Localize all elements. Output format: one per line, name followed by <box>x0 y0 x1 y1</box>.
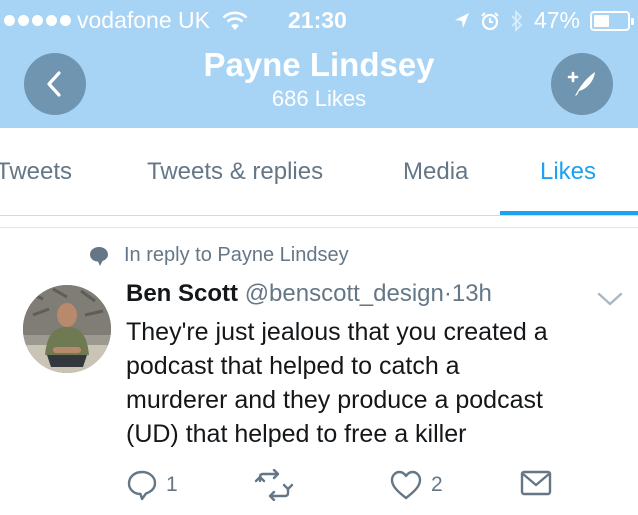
tweet-text: They're just jealous that you created a … <box>126 315 626 451</box>
tab-likes[interactable]: Likes <box>540 158 596 186</box>
profile-header: vodafone UK 21:30 47% Payne Lindsey 686 … <box>0 0 638 128</box>
tweet-text-line: murderer and they produce a podcast <box>126 386 543 414</box>
mail-icon <box>520 470 552 496</box>
divider <box>0 227 638 228</box>
reply-context[interactable]: In reply to Payne Lindsey <box>88 244 349 267</box>
reply-button[interactable]: 1 <box>126 469 178 501</box>
tweet-header: Ben Scott @benscott_design·13h <box>126 280 492 308</box>
reply-count: 1 <box>166 473 178 496</box>
tab-media[interactable]: Media <box>403 158 468 186</box>
status-right: 47% <box>454 7 634 34</box>
location-arrow-icon <box>454 12 469 28</box>
tweet-text-line: They're just jealous that you created a <box>126 318 548 346</box>
tweet-actions: 1 2 <box>0 466 638 506</box>
carrier-name: vodafone UK <box>77 7 210 33</box>
compose-tweet-button[interactable] <box>551 53 613 115</box>
tweet-text-line: (UD) that helped to free a killer <box>126 420 467 448</box>
reply-icon <box>127 470 157 501</box>
status-left: vodafone UK <box>4 7 248 34</box>
signal-strength-icon <box>4 15 71 26</box>
tab-tweets[interactable]: Tweets <box>0 158 72 186</box>
tab-tweets-and-replies[interactable]: Tweets & replies <box>147 158 323 186</box>
direct-message-button[interactable] <box>520 470 552 496</box>
profile-name: Payne Lindsey <box>203 46 435 83</box>
bluetooth-icon <box>511 9 523 32</box>
profile-tabs: Tweets Tweets & replies Media Likes <box>0 128 638 216</box>
compose-tweet-icon <box>567 71 595 96</box>
avatar[interactable] <box>23 285 111 373</box>
status-time: 21:30 <box>288 7 347 33</box>
battery-percent: 47% <box>533 7 580 33</box>
author-handle[interactable]: @benscott_design <box>245 280 444 307</box>
battery-fill <box>594 14 609 27</box>
retweet-button[interactable] <box>254 469 294 501</box>
likes-count: 686 Likes <box>271 86 367 111</box>
battery-icon <box>590 10 634 31</box>
heart-icon <box>390 470 422 500</box>
tweet-time: 13h <box>451 280 492 307</box>
meta-separator: · <box>443 280 452 307</box>
chevron-down-icon[interactable] <box>596 290 624 308</box>
retweet-icon <box>254 469 294 501</box>
reply-context-text: In reply to Payne Lindsey <box>124 244 349 266</box>
alarm-icon <box>481 11 499 30</box>
active-tab-indicator <box>500 211 638 215</box>
author-name[interactable]: Ben Scott <box>126 280 238 307</box>
like-count: 2 <box>431 473 443 496</box>
avatar-photo <box>23 285 111 373</box>
status-bar: vodafone UK 21:30 47% <box>0 0 638 40</box>
like-button[interactable]: 2 <box>389 469 443 501</box>
speech-bubble-icon <box>90 246 108 266</box>
tweet-text-line: podcast that helped to catch a <box>126 352 460 380</box>
wifi-icon <box>222 11 248 30</box>
